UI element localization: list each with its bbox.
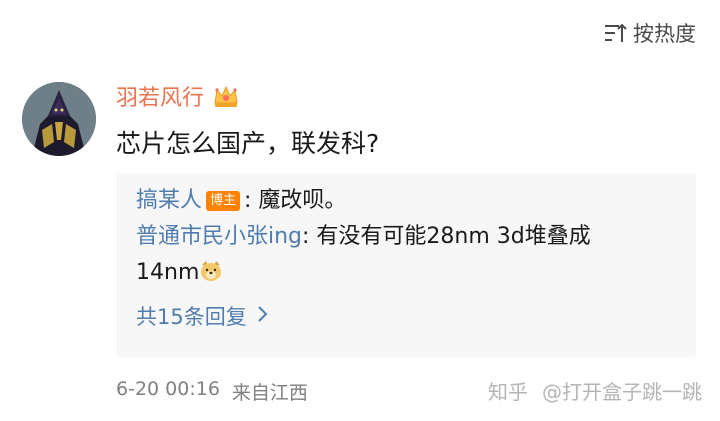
watermark-author: @打开盒子跳一跳 [542,380,702,404]
reply-text: : 有没有可能28nm 3d堆叠成 [302,224,591,249]
reply-item: 搞某人 博主: 魔改呗。 [136,183,676,219]
reply-author-link[interactable]: 搞某人 [136,188,202,213]
author-badge: 博主 [206,191,241,211]
reply-text: : 魔改呗。 [244,188,347,213]
doge-emoji-icon [199,258,223,281]
comment-meta: 6-20 00:16 来自江西 [116,378,308,405]
replies-box: 搞某人 博主: 魔改呗。 普通市民小张ing: 有没有可能28nm 3d堆叠成 1… [116,173,696,357]
avatar[interactable] [22,82,96,156]
view-all-replies-link[interactable]: 共15条回复 [136,301,676,331]
sort-icon [603,22,627,44]
chevron-right-icon [257,304,269,328]
comment-location: 来自江西 [231,382,308,404]
reply-item: 普通市民小张ing: 有没有可能28nm 3d堆叠成 14nm [136,219,676,291]
sort-by-hot-button[interactable]: 按热度 [603,18,696,48]
watermark-site: 知乎 [488,380,528,404]
comment-text: 芯片怎么国产，联发科? [116,129,380,158]
username-link[interactable]: 羽若风行 [116,80,204,112]
reply-author-link[interactable]: 普通市民小张ing [136,224,302,249]
more-replies-label: 共15条回复 [136,305,247,329]
crown-icon [212,83,240,109]
comment-time: 6-20 00:16 [116,378,220,400]
watermark: 知乎 @打开盒子跳一跳 [488,376,702,405]
reply-text-continued: 14nm [136,260,200,285]
sort-label: 按热度 [633,22,696,46]
